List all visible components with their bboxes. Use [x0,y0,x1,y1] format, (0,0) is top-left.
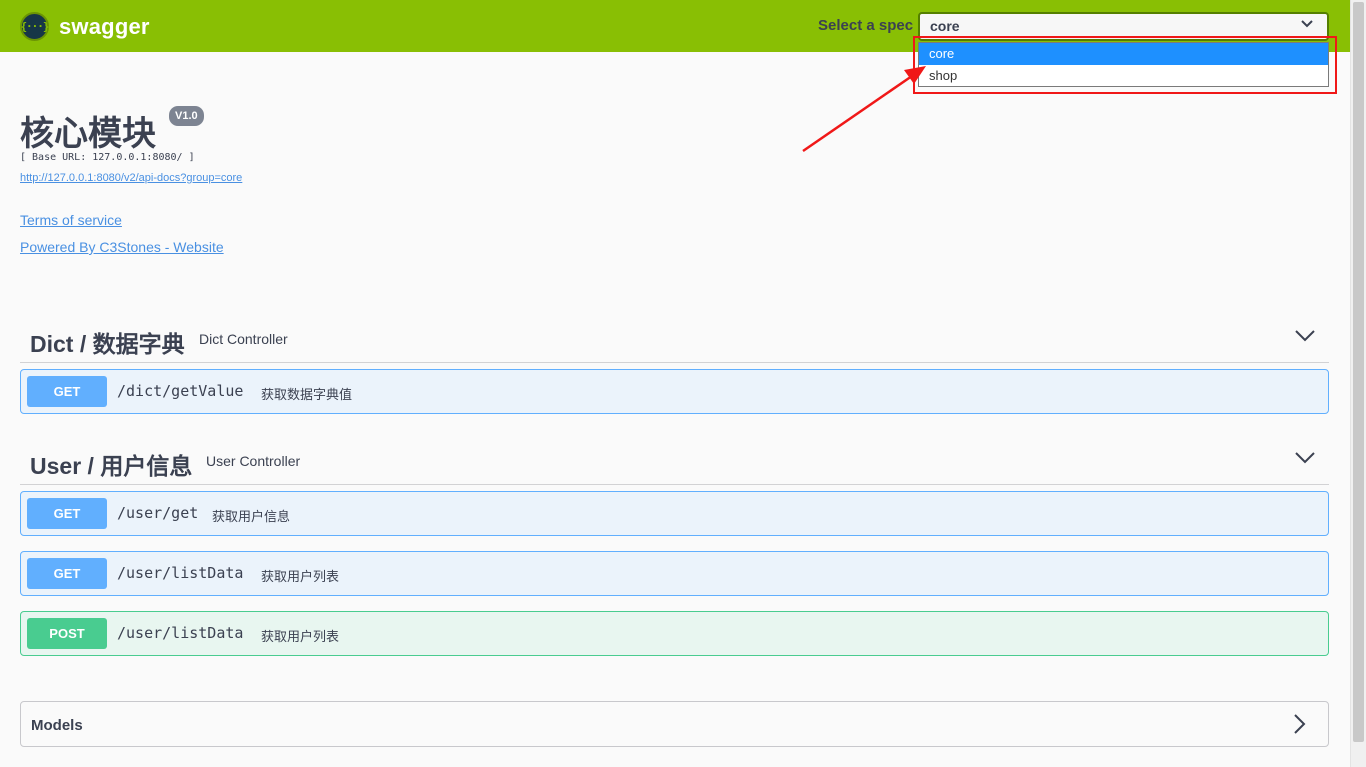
operation-summary: 获取数据字典值 [261,387,353,402]
api-docs-link[interactable]: http://127.0.0.1:8080/v2/api-docs?group=… [20,172,242,184]
chevron-down-icon [1301,18,1313,32]
annotation-arrow-icon [802,66,926,153]
operation-summary: 获取用户列表 [261,629,340,644]
tag-description: User Controller [206,453,301,469]
tag-header-user[interactable]: User / 用户信息 User Controller [20,439,1329,485]
terms-of-service-link[interactable]: Terms of service [20,212,122,228]
operation-path: /user/get [117,504,199,522]
brand-name: swagger [59,13,150,39]
annotation-highlight-box [913,36,1337,94]
models-section[interactable]: Models [20,701,1329,747]
operation-get-user-get[interactable]: GET /user/get 获取用户信息 [20,491,1329,536]
tag-description: Dict Controller [199,331,288,347]
swagger-logo-icon: {···} [20,12,50,41]
operation-post-user-listdata[interactable]: POST /user/listData 获取用户列表 [20,611,1329,656]
tag-header-dict[interactable]: Dict / 数据字典 Dict Controller [20,317,1329,363]
models-label: Models [31,717,83,734]
method-badge: GET [27,498,107,529]
operation-get-user-listdata[interactable]: GET /user/listData 获取用户列表 [20,551,1329,596]
version-badge: V1.0 [169,106,204,126]
chevron-right-icon[interactable] [1294,714,1306,739]
operation-path: /user/listData [117,564,244,582]
operation-path: /user/listData [117,624,244,642]
chevron-down-icon[interactable] [1295,451,1315,469]
method-badge: GET [27,558,107,589]
scrollbar-thumb[interactable] [1353,2,1364,742]
swagger-brand[interactable]: {···} swagger [20,12,150,41]
method-badge: POST [27,618,107,649]
operation-get-dict-getvalue[interactable]: GET /dict/getValue 获取数据字典值 [20,369,1329,414]
spec-select-label: Select a spec [818,17,914,34]
base-url: [ Base URL: 127.0.0.1:8080/ ] [20,152,195,163]
spec-select-value: core [930,18,960,34]
operation-summary: 获取用户列表 [261,569,340,584]
page-title: 核心模块 [20,115,156,153]
method-badge: GET [27,376,107,407]
vertical-scrollbar[interactable] [1350,0,1366,767]
chevron-down-icon[interactable] [1295,329,1315,347]
tag-name: User / 用户信息 [30,453,193,479]
operation-path: /dict/getValue [117,382,244,400]
operation-summary: 获取用户信息 [212,509,291,524]
powered-by-link[interactable]: Powered By C3Stones - Website [20,239,224,255]
tag-name: Dict / 数据字典 [30,331,185,357]
